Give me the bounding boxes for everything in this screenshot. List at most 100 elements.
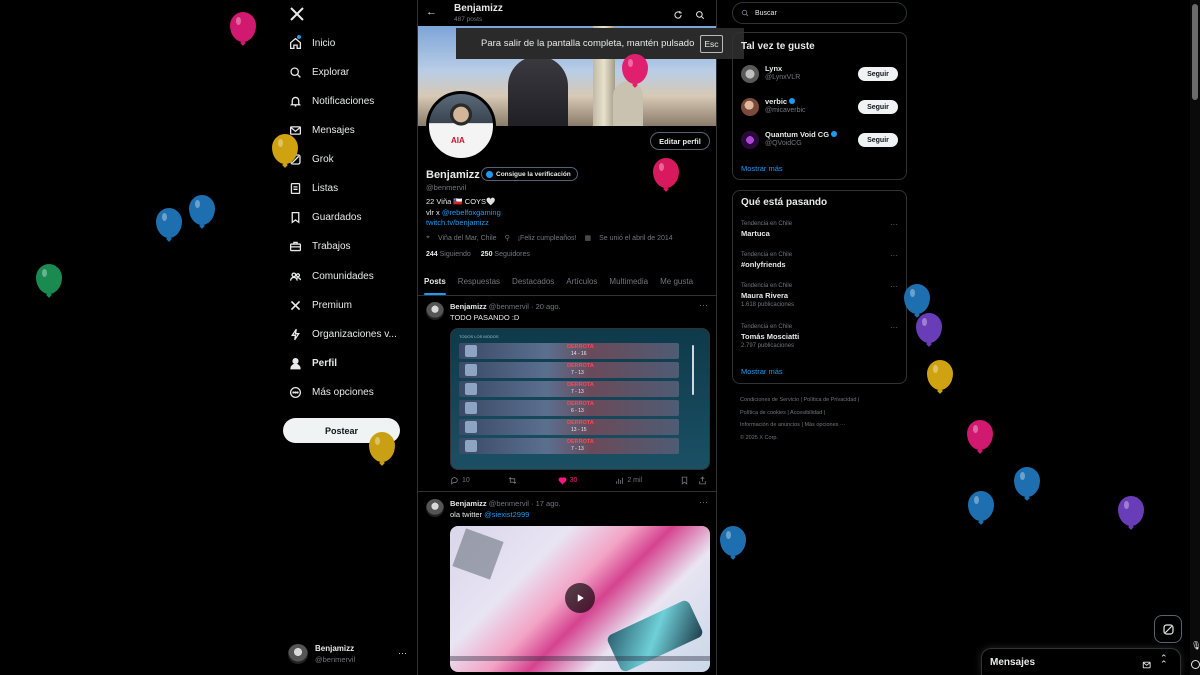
tab-likes[interactable]: Me gusta — [654, 267, 699, 295]
sidebar-item-premium[interactable]: Premium — [288, 293, 352, 317]
balloon-decoration — [369, 432, 395, 462]
post-video[interactable] — [450, 526, 710, 672]
footer-link[interactable]: Política de Privacidad — [804, 397, 857, 403]
footer-link[interactable]: Condiciones de Servicio — [740, 397, 799, 403]
avatar — [741, 98, 759, 116]
suggestion-handle: @QVoidCG — [765, 140, 802, 147]
grok-floating-button[interactable] — [1154, 615, 1182, 643]
balloon-decoration — [230, 12, 256, 42]
account-switcher[interactable]: Benjamizz @benmervil ··· — [288, 642, 408, 668]
avatar — [741, 65, 759, 83]
bookmark-button[interactable] — [680, 476, 710, 485]
sidebar-item-organizations[interactable]: Organizaciones v... — [288, 322, 397, 346]
sidebar-item-jobs[interactable]: Trabajos — [288, 234, 351, 258]
post-author-handle: @benmervil — [488, 499, 529, 508]
balloon-decoration — [904, 284, 930, 314]
match-row: DERROTA 7 - 13 — [459, 362, 679, 378]
footer-link[interactable]: Política de cookies — [740, 410, 786, 416]
sidebar-item-lists[interactable]: Listas — [288, 176, 338, 200]
play-icon[interactable] — [565, 583, 595, 613]
more-icon[interactable]: ··· — [699, 300, 708, 310]
footer-link[interactable]: Más opciones ··· — [804, 422, 845, 428]
suggestion-user[interactable]: verbic @micaverbic Seguir — [733, 94, 906, 120]
search-icon[interactable] — [695, 7, 705, 20]
followers-link[interactable]: 250 Seguidores — [481, 251, 530, 258]
accessibility-icon[interactable] — [1191, 660, 1200, 669]
sidebar-item-label: Organizaciones v... — [312, 328, 397, 340]
scrollbar[interactable] — [692, 345, 694, 395]
trend-item[interactable]: Tendencia en Chile #onlyfriends — [741, 252, 792, 269]
sidebar-item-home[interactable]: Inicio — [288, 31, 335, 55]
tab-posts[interactable]: Posts — [418, 267, 452, 295]
match-result: DERROTA — [567, 420, 594, 426]
following-link[interactable]: 244 Siguiendo — [426, 251, 471, 258]
x-logo-icon[interactable] — [289, 6, 305, 22]
sidebar-item-explore[interactable]: Explorar — [288, 60, 349, 84]
more-icon[interactable]: ··· — [890, 282, 898, 291]
verify-button[interactable]: Consigue la verificación — [481, 167, 578, 181]
sidebar-item-more[interactable]: Más opciones — [288, 380, 374, 404]
verified-badge-icon — [789, 98, 796, 104]
footer-link[interactable]: Accesibilidad — [790, 410, 822, 416]
match-score: 7 - 13 — [571, 389, 584, 395]
balloon-decoration — [967, 420, 993, 450]
header-name: Benjamizz — [454, 3, 503, 14]
views-button[interactable]: 2 mil — [615, 476, 642, 485]
suggestion-user[interactable]: Quantum Void CG @QVoidCG Seguir — [733, 127, 906, 153]
sidebar-item-notifications[interactable]: Notificaciones — [288, 89, 374, 113]
edit-profile-button[interactable]: Editar perfil — [650, 132, 710, 150]
messages-drawer[interactable]: Mensajes ⌃ ⌃ — [981, 648, 1181, 675]
bio-mention-link[interactable]: @rebelfoxgaming — [442, 208, 501, 217]
post-item[interactable]: Benjamizz @benmervil · 17 ago. ··· ola t… — [418, 493, 716, 675]
follow-button[interactable]: Seguir — [858, 100, 898, 114]
sidebar-item-messages[interactable]: Mensajes — [288, 118, 355, 142]
tab-highlights[interactable]: Destacados — [506, 267, 560, 295]
post-author-handle: @benmervil — [488, 302, 529, 311]
sidebar-item-profile[interactable]: Perfil — [288, 351, 337, 375]
follow-button[interactable]: Seguir — [858, 67, 898, 81]
mention-link[interactable]: @siexist2999 — [484, 510, 529, 519]
post-actions: 10 30 2 mil — [450, 476, 710, 485]
more-icon[interactable]: ··· — [890, 323, 898, 332]
tab-media[interactable]: Multimedia — [603, 267, 654, 295]
agent-icon — [465, 440, 477, 452]
balloon-decoration — [968, 491, 994, 521]
show-more-link[interactable]: Mostrar más — [741, 164, 783, 173]
trend-item[interactable]: Tendencia en Chile Maura Rivera 1.618 pu… — [741, 283, 794, 308]
more-icon[interactable]: ··· — [699, 497, 708, 507]
sidebar-item-communities[interactable]: Comunidades — [288, 264, 374, 288]
refresh-icon[interactable] — [673, 7, 683, 19]
suggestion-name: Lynx — [765, 64, 783, 73]
follow-button[interactable]: Seguir — [858, 133, 898, 147]
tab-replies[interactable]: Respuestas — [452, 267, 506, 295]
bio-link[interactable]: twitch.tv/benjamizz — [426, 218, 489, 227]
scrollbar-thumb[interactable] — [1192, 4, 1198, 100]
search-input[interactable]: Buscar — [732, 2, 907, 24]
new-message-icon[interactable] — [1142, 657, 1152, 669]
back-arrow-icon[interactable]: ← — [426, 6, 437, 18]
show-more-link[interactable]: Mostrar más — [741, 367, 783, 376]
more-icon[interactable]: ··· — [890, 220, 898, 229]
sidebar-item-bookmarks[interactable]: Guardados — [288, 205, 361, 229]
tab-articles[interactable]: Artículos — [560, 267, 603, 295]
fullscreen-notice-text: Para salir de la pantalla completa, mant… — [481, 38, 695, 49]
like-button[interactable]: 30 — [558, 476, 577, 485]
mic-icon[interactable]: 🎙 — [1191, 641, 1200, 650]
chevron-up-icon[interactable]: ⌃ ⌃ — [1160, 654, 1168, 669]
reply-button[interactable]: 10 — [450, 476, 470, 485]
bio-line-1: 22 Viña 🇨🇱 COYS🤍 — [426, 197, 496, 206]
trend-item[interactable]: Tendencia en Chile Martuca — [741, 221, 792, 238]
avatar — [426, 499, 444, 517]
avatar — [741, 131, 759, 149]
suggestion-user[interactable]: Lynx @LynxVLR Seguir — [733, 61, 906, 87]
profile-avatar[interactable]: AIA — [426, 91, 496, 161]
header-post-count: 487 posts — [454, 16, 483, 23]
trend-item[interactable]: Tendencia en Chile Tomás Mosciatti 2.797… — [741, 324, 799, 349]
post-item[interactable]: Benjamizz @benmervil · 20 ago. ··· TODO … — [418, 296, 716, 492]
post-image[interactable]: TODOS LOS MODOS DERROTA 14 - 16 DERROTA 7 -… — [450, 328, 710, 470]
page-scrollbar[interactable]: 🎙 — [1190, 0, 1200, 675]
footer-link[interactable]: Información de anuncios — [740, 422, 800, 428]
suggestions-title: Tal vez te guste — [741, 41, 815, 52]
more-icon[interactable]: ··· — [890, 251, 898, 260]
repost-button[interactable] — [508, 476, 520, 485]
